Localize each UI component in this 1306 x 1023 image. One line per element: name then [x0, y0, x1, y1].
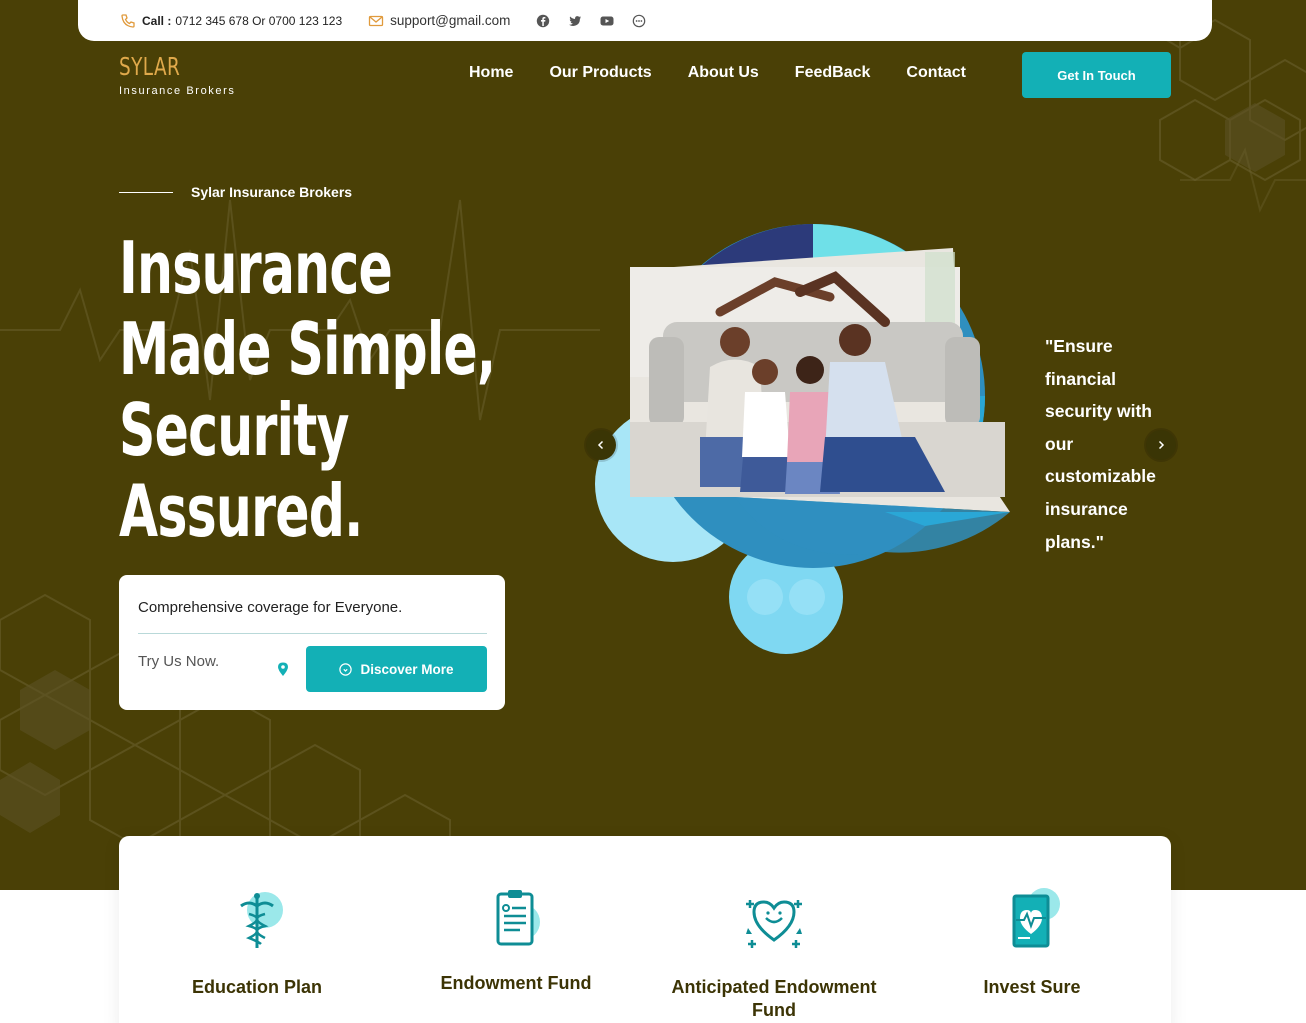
nav-home[interactable]: Home [469, 64, 513, 82]
feature-title: Endowment Fund [440, 973, 592, 993]
call-label: Call : [142, 13, 172, 28]
hero-family-illustration [595, 224, 1010, 654]
brand-logo[interactable]: SYLAR Insurance Brokers [119, 52, 235, 97]
call-info[interactable]: Call : 0712 345 678 Or 0700 123 123 [120, 13, 342, 29]
heart-monitor-icon [1000, 888, 1064, 952]
headline-line-1: Insurance [119, 226, 393, 310]
facebook-icon[interactable] [536, 14, 550, 28]
features-panel: Education Plan Endowment Fund Anticipate… [119, 836, 1171, 1023]
nav-contact[interactable]: Contact [906, 64, 966, 82]
get-in-touch-button[interactable]: Get In Touch [1022, 52, 1171, 98]
feature-title: Education Plan [191, 977, 323, 997]
hero-headline: Insurance Made Simple, Security Assured. [119, 228, 559, 552]
chevron-left-icon [597, 440, 604, 450]
discover-more-label: Discover More [360, 661, 454, 677]
play-circle-icon [339, 662, 353, 676]
carousel-prev-button[interactable] [586, 430, 616, 460]
kicker-line [119, 191, 173, 193]
chat-icon[interactable] [632, 14, 646, 28]
nav-our-products[interactable]: Our Products [549, 64, 651, 82]
main-nav: Home Our Products About Us FeedBack Cont… [469, 64, 1002, 82]
phone-icon [120, 13, 136, 29]
hero-quote: "Ensure financial security with our cust… [1045, 336, 1156, 552]
brand-tagline: Insurance Brokers [119, 85, 236, 97]
brand-name: SYLAR [119, 52, 181, 81]
hero-kicker: Sylar Insurance Brokers [119, 184, 352, 200]
caduceus-icon [225, 888, 289, 952]
hero-cta-card: Comprehensive coverage for Everyone. Try… [119, 575, 505, 710]
card-title: Comprehensive coverage for Everyone. [138, 599, 403, 616]
email-address: support@gmail.com [390, 13, 511, 28]
mail-icon [368, 13, 384, 29]
headline-line-3: Security [119, 388, 349, 472]
card-prompt: Try Us Now. [138, 653, 220, 670]
youtube-icon[interactable] [600, 14, 614, 28]
location-pin-icon [276, 661, 290, 677]
discover-more-button[interactable]: Discover More [306, 646, 487, 692]
nav-feedback[interactable]: FeedBack [795, 64, 871, 82]
family-photo [630, 248, 1010, 512]
contact-bar: Call : 0712 345 678 Or 0700 123 123 supp… [78, 0, 1212, 41]
heart-care-icon [742, 888, 806, 952]
clipboard-icon [484, 888, 548, 952]
email-info[interactable]: support@gmail.com [368, 13, 510, 29]
social-links [536, 14, 646, 28]
card-divider [138, 633, 487, 634]
headline-line-4: Assured. [119, 469, 363, 553]
feature-title: Invest Sure [983, 977, 1081, 997]
nav-about-us[interactable]: About Us [688, 64, 759, 82]
headline-line-2: Made Simple, [119, 307, 496, 391]
phone-numbers: 0712 345 678 Or 0700 123 123 [175, 13, 343, 28]
kicker-text: Sylar Insurance Brokers [191, 184, 353, 200]
feature-title: Anticipated Endowment Fund [671, 977, 877, 1020]
twitter-icon[interactable] [568, 14, 582, 28]
